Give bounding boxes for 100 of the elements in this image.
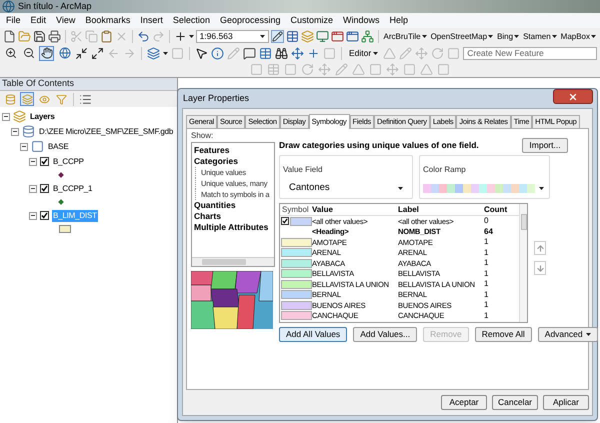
dialog-button[interactable]: Aceptar — [441, 395, 487, 410]
show-category[interactable]: Features — [192, 145, 274, 156]
vertical-scrollbar[interactable] — [519, 204, 527, 322]
layer-checkbox[interactable] — [40, 184, 49, 193]
move-down-button[interactable] — [534, 261, 546, 275]
binoculars-icon[interactable] — [275, 46, 288, 60]
close-button[interactable] — [553, 89, 593, 104]
menu-item[interactable]: Selection — [172, 14, 210, 28]
table-icon[interactable] — [259, 46, 272, 60]
edit-tool-icon[interactable] — [437, 62, 450, 76]
tree-label[interactable]: B_CCPP_1 — [52, 182, 94, 194]
menu-item[interactable]: Insert — [140, 14, 163, 28]
show-category[interactable]: Categories — [192, 156, 274, 167]
pointer-icon[interactable] — [195, 46, 208, 60]
file-icon[interactable] — [3, 30, 16, 43]
menu-item[interactable]: Edit — [30, 14, 46, 28]
clipboard-icon[interactable] — [100, 30, 113, 43]
tree-label[interactable]: B_CCPP — [52, 156, 85, 168]
collapse-icon[interactable] — [20, 142, 28, 150]
database-icon[interactable] — [22, 125, 35, 138]
table-icon[interactable] — [286, 30, 299, 43]
edit-tool-icon[interactable] — [386, 62, 399, 76]
symbol-swatch[interactable] — [281, 311, 312, 320]
map-tool[interactable] — [21, 46, 36, 60]
map-tool[interactable] — [39, 46, 54, 60]
column-header[interactable]: Symbol — [280, 204, 312, 216]
menu-item[interactable]: Help — [390, 14, 408, 28]
expand-icon[interactable] — [91, 46, 104, 60]
rotate-icon[interactable] — [431, 46, 444, 60]
tree-label[interactable]: Layers — [29, 110, 56, 122]
layer-checkbox[interactable] — [40, 157, 49, 166]
scale-dropdown[interactable]: 1:96.563 — [196, 30, 269, 43]
pencil-icon[interactable] — [270, 30, 284, 43]
action-button[interactable]: Add All Values — [279, 327, 348, 342]
layers-icon[interactable] — [147, 46, 160, 60]
layer-checkbox[interactable] — [40, 211, 49, 220]
row-checkbox[interactable] — [281, 217, 289, 226]
show-category[interactable]: Quantities — [192, 200, 274, 211]
monitor-icon[interactable] — [316, 30, 329, 43]
action-button[interactable]: Remove All — [474, 327, 532, 342]
tile-menu[interactable]: Stamen — [522, 30, 558, 42]
collapse-icon[interactable] — [11, 128, 19, 136]
symbol-swatch[interactable] — [281, 290, 312, 300]
tile-menu[interactable]: MapBox — [560, 30, 598, 42]
create-feature-field[interactable]: Create New Feature — [463, 46, 597, 60]
triangle-icon[interactable] — [383, 46, 396, 60]
window-icon[interactable] — [346, 30, 359, 43]
collapse-icon[interactable] — [2, 112, 10, 120]
menu-item[interactable]: Geoprocessing — [220, 14, 280, 28]
symbol-swatch[interactable] — [281, 269, 312, 278]
dataset-icon[interactable] — [31, 140, 44, 153]
dialog-button[interactable]: Aplicar — [543, 395, 589, 410]
value-field-dropdown[interactable]: Cantones — [283, 181, 409, 195]
edit-tool-icon[interactable] — [369, 62, 382, 76]
edit-tool-icon[interactable] — [335, 62, 348, 76]
move-up-button[interactable] — [534, 241, 546, 255]
toc-view-button[interactable] — [54, 92, 68, 106]
action-button[interactable]: Add Values... — [353, 327, 418, 342]
symbol-swatch[interactable] — [281, 258, 312, 268]
symbol-swatch[interactable] — [281, 280, 312, 289]
symbol-swatch[interactable] — [281, 238, 312, 247]
horizontal-scrollbar[interactable] — [192, 257, 274, 266]
menu-item[interactable]: File — [6, 14, 21, 28]
color-ramp-dropdown[interactable] — [423, 181, 546, 195]
collapse-icon[interactable] — [29, 212, 37, 220]
tile-menu[interactable]: OpenStreetMap — [430, 30, 494, 42]
symbol-swatch[interactable] — [281, 248, 312, 258]
menu-item[interactable]: Customize — [290, 14, 334, 28]
collapse-icon[interactable] — [29, 184, 37, 192]
menu-item[interactable]: Windows — [343, 14, 380, 28]
show-category[interactable]: Charts — [192, 211, 274, 222]
network-icon[interactable] — [360, 30, 374, 43]
map-tool[interactable] — [57, 46, 72, 60]
symbol-swatch[interactable] — [290, 216, 312, 226]
column-header[interactable]: Value — [312, 204, 398, 216]
shrink-icon[interactable] — [75, 46, 88, 60]
map-tool[interactable] — [3, 46, 18, 60]
tile-menu[interactable]: Bing — [496, 30, 520, 42]
show-category[interactable]: Multiple Attributes — [192, 222, 274, 233]
tree-label[interactable]: BASE — [47, 140, 70, 152]
menu-item[interactable]: View — [56, 14, 76, 28]
speech-bubble-icon[interactable] — [243, 46, 256, 60]
square-icon[interactable] — [447, 46, 460, 60]
undo-icon[interactable] — [136, 30, 150, 43]
plus-icon[interactable] — [174, 30, 187, 43]
info-icon[interactable] — [211, 46, 224, 60]
column-header[interactable]: Label — [398, 204, 484, 216]
tree-label[interactable]: D:\ZEE Micro\ZEE_SMF\ZEE_SMF.gdb — [38, 126, 174, 138]
tile-menu[interactable]: ArcBruTile — [382, 30, 428, 42]
column-header[interactable]: Count — [484, 204, 519, 216]
window-icon[interactable] — [330, 30, 344, 43]
toc-view-button[interactable] — [20, 92, 34, 106]
symbol-swatch[interactable] — [281, 300, 312, 310]
printer-icon[interactable] — [48, 30, 61, 43]
toc-view-button[interactable] — [3, 92, 17, 106]
edit-tool-icon[interactable] — [352, 62, 365, 76]
edit-tool-icon[interactable] — [403, 62, 416, 76]
move-icon[interactable] — [291, 46, 304, 60]
menu-item[interactable]: Bookmarks — [85, 14, 130, 28]
dialog-button[interactable]: Cancelar — [492, 395, 538, 410]
